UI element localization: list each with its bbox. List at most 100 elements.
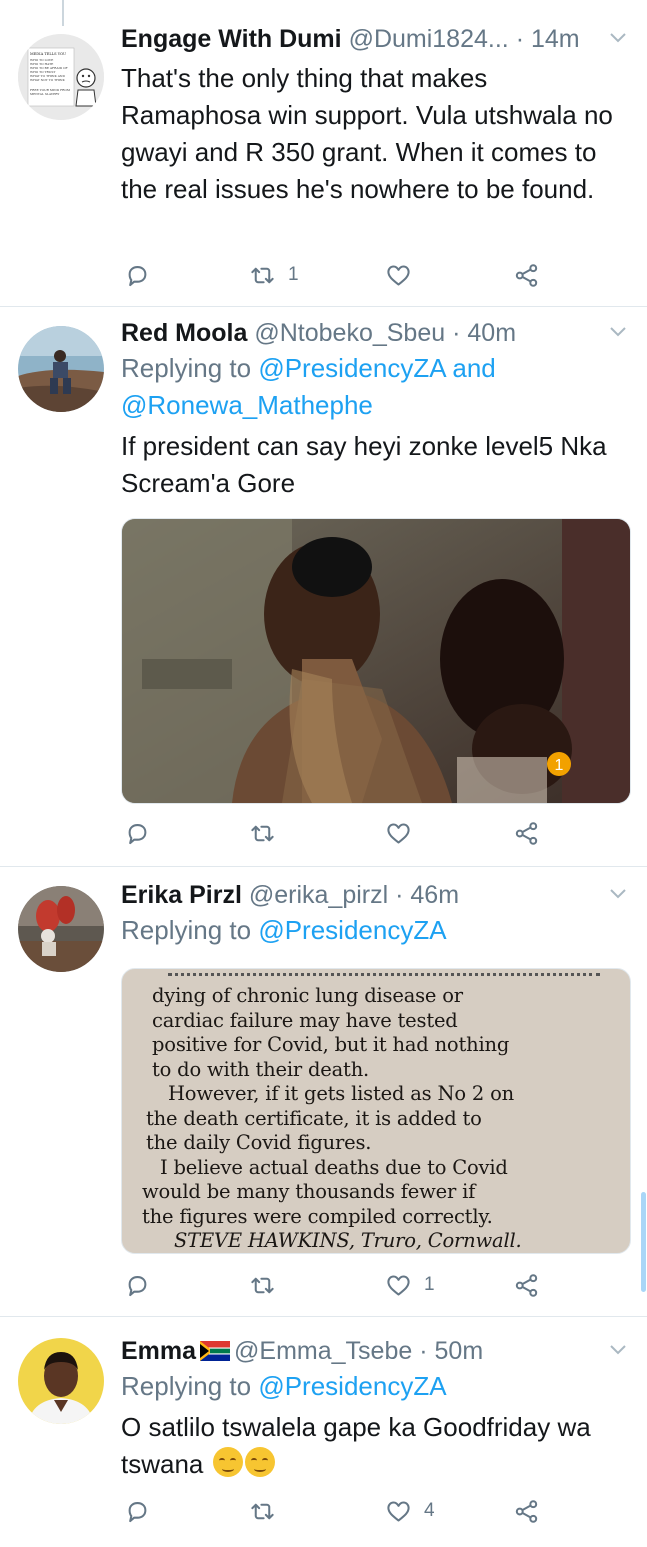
tweet-text: If president can say heyi zonke level5 N… bbox=[121, 431, 607, 498]
reply-icon bbox=[128, 823, 147, 844]
timestamp[interactable]: · 50m bbox=[419, 1337, 483, 1365]
clipping-line: the death certificate, it is added to bbox=[146, 1106, 482, 1130]
clipping-line: the figures were compiled correctly. bbox=[142, 1204, 493, 1228]
display-name[interactable]: Erika Pirzl bbox=[121, 881, 242, 909]
chevron-down-icon[interactable] bbox=[607, 1338, 629, 1360]
tweet-header: Red Moola @Ntobeko_Sbeu · 40m bbox=[121, 318, 629, 348]
clipping-cut-line bbox=[168, 973, 600, 980]
clipping-line: the daily Covid figures. bbox=[146, 1131, 372, 1154]
share-button[interactable] bbox=[513, 818, 540, 848]
mention-conjunction: and bbox=[452, 353, 496, 383]
replying-to: Replying to @PresidencyZA bbox=[121, 912, 629, 949]
retweet-icon bbox=[251, 1503, 274, 1519]
display-name[interactable]: Red Moola bbox=[121, 319, 247, 347]
clipping-line: I believe actual deaths due to Covid bbox=[160, 1155, 508, 1179]
avatar-text-6: WHAT NOT TO THINK bbox=[30, 78, 66, 82]
mention-link[interactable]: @Ronewa_Mathephe bbox=[121, 390, 373, 420]
avatar[interactable] bbox=[18, 326, 104, 412]
clipping-line: positive for Covid, but it had nothing bbox=[152, 1033, 510, 1056]
clipping-line: cardiac failure may have tested bbox=[152, 1008, 458, 1032]
chevron-down-icon[interactable] bbox=[607, 26, 629, 48]
share-button[interactable] bbox=[513, 1270, 540, 1300]
like-button[interactable]: 1 bbox=[385, 1270, 435, 1300]
retweet-icon bbox=[251, 1277, 274, 1293]
like-icon bbox=[387, 1274, 410, 1296]
scrollbar-thumb[interactable] bbox=[641, 1192, 646, 1292]
replying-to: Replying to @PresidencyZA bbox=[121, 1368, 629, 1405]
clipping-line: dying of chronic lung disease or bbox=[152, 984, 463, 1007]
avatar-text-8: MENTAL SLAVERY bbox=[30, 92, 59, 96]
user-handle[interactable]: @Emma_Tsebe bbox=[234, 1337, 412, 1365]
share-button[interactable] bbox=[513, 1496, 540, 1526]
tweet-4[interactable]: Emma @Emma_Tsebe · 50m Replying to @Pres… bbox=[0, 1336, 647, 1547]
tweet-header: Erika Pirzl @erika_pirzl · 46m bbox=[121, 880, 629, 910]
like-count: 4 bbox=[424, 1500, 435, 1521]
share-icon bbox=[515, 263, 538, 287]
tweet-1[interactable]: MEDIA TELLS YOU WHO TO LOVE WHO TO HATE … bbox=[0, 24, 647, 306]
display-name[interactable]: Engage With Dumi bbox=[121, 25, 342, 53]
avatar[interactable] bbox=[18, 886, 104, 972]
reply-button[interactable] bbox=[124, 1496, 151, 1526]
reply-button[interactable] bbox=[124, 260, 151, 290]
channel-badge: 1 bbox=[555, 757, 564, 774]
like-button[interactable] bbox=[385, 260, 424, 290]
tweet-header: Engage With Dumi @Dumi1824... · 14m bbox=[121, 24, 629, 54]
retweet-button[interactable] bbox=[249, 818, 276, 848]
share-icon bbox=[515, 1499, 538, 1523]
user-handle[interactable]: @Ntobeko_Sbeu bbox=[254, 319, 445, 347]
avatar[interactable] bbox=[18, 1338, 104, 1424]
chevron-down-icon[interactable] bbox=[607, 320, 629, 342]
smirk-emoji-icon bbox=[244, 1447, 275, 1477]
share-button[interactable] bbox=[513, 260, 540, 290]
tweet-2[interactable]: Red Moola @Ntobeko_Sbeu · 40m Replying t… bbox=[0, 318, 647, 866]
divider bbox=[0, 1316, 647, 1317]
retweet-button[interactable] bbox=[249, 1496, 276, 1526]
timestamp[interactable]: · 14m bbox=[516, 25, 580, 53]
share-icon bbox=[515, 1273, 538, 1297]
tweet-3[interactable]: Erika Pirzl @erika_pirzl · 46m Replying … bbox=[0, 880, 647, 1316]
clipping-line: to do with their death. bbox=[152, 1057, 370, 1081]
timestamp[interactable]: · 40m bbox=[452, 319, 516, 347]
replying-to-label: Replying to bbox=[121, 353, 252, 383]
reply-button[interactable] bbox=[124, 818, 151, 848]
tweet-header: Emma @Emma_Tsebe · 50m bbox=[121, 1336, 629, 1366]
timestamp[interactable]: · 46m bbox=[395, 881, 459, 909]
mention-link[interactable]: @PresidencyZA bbox=[258, 353, 445, 383]
user-handle[interactable]: @Dumi1824... bbox=[349, 25, 509, 53]
like-button[interactable]: 4 bbox=[385, 1496, 435, 1526]
mention-link[interactable]: @PresidencyZA bbox=[258, 1371, 446, 1401]
tweet-media-image[interactable]: 1 bbox=[121, 518, 631, 804]
replying-to-label: Replying to bbox=[121, 915, 252, 945]
mention-link[interactable]: @PresidencyZA bbox=[258, 915, 446, 945]
retweet-button[interactable] bbox=[249, 1270, 276, 1300]
like-icon bbox=[387, 264, 410, 286]
retweet-icon bbox=[251, 267, 274, 283]
tweet-actions: 4 bbox=[121, 1496, 581, 1526]
like-button[interactable] bbox=[385, 818, 412, 848]
avatar[interactable]: MEDIA TELLS YOU WHO TO LOVE WHO TO HATE … bbox=[18, 34, 104, 120]
reply-button[interactable] bbox=[124, 1270, 151, 1300]
chevron-down-icon[interactable] bbox=[607, 882, 629, 904]
display-name[interactable]: Emma bbox=[121, 1337, 196, 1365]
avatar-image: MEDIA TELLS YOU WHO TO LOVE WHO TO HATE … bbox=[18, 34, 104, 120]
newspaper-clipping: dying of chronic lung disease or cardiac… bbox=[138, 973, 620, 1253]
clipping-line: would be many thousands fewer if bbox=[142, 1180, 476, 1203]
clipping-line: STEVE HAWKINS, Truro, Cornwall. bbox=[174, 1229, 522, 1252]
divider bbox=[0, 866, 647, 867]
user-handle[interactable]: @erika_pirzl bbox=[249, 881, 388, 909]
like-icon bbox=[387, 1500, 410, 1522]
retweet-button[interactable]: 1 bbox=[249, 260, 299, 290]
tweet-media-image[interactable]: dying of chronic lung disease or cardiac… bbox=[121, 968, 631, 1254]
tweet-actions bbox=[121, 818, 581, 848]
like-count: 1 bbox=[424, 1274, 435, 1295]
retweet-count: 1 bbox=[288, 264, 299, 285]
reply-icon bbox=[128, 1501, 147, 1522]
retweet-icon bbox=[251, 825, 274, 841]
tv-still-image: 1 bbox=[122, 519, 630, 803]
tweet-text-line: tswana bbox=[121, 1449, 204, 1479]
share-icon bbox=[515, 821, 538, 845]
replying-to-label: Replying to bbox=[121, 1371, 252, 1401]
reply-icon bbox=[128, 265, 147, 286]
smirk-emoji-icon bbox=[212, 1447, 243, 1477]
avatar-image bbox=[18, 886, 104, 972]
